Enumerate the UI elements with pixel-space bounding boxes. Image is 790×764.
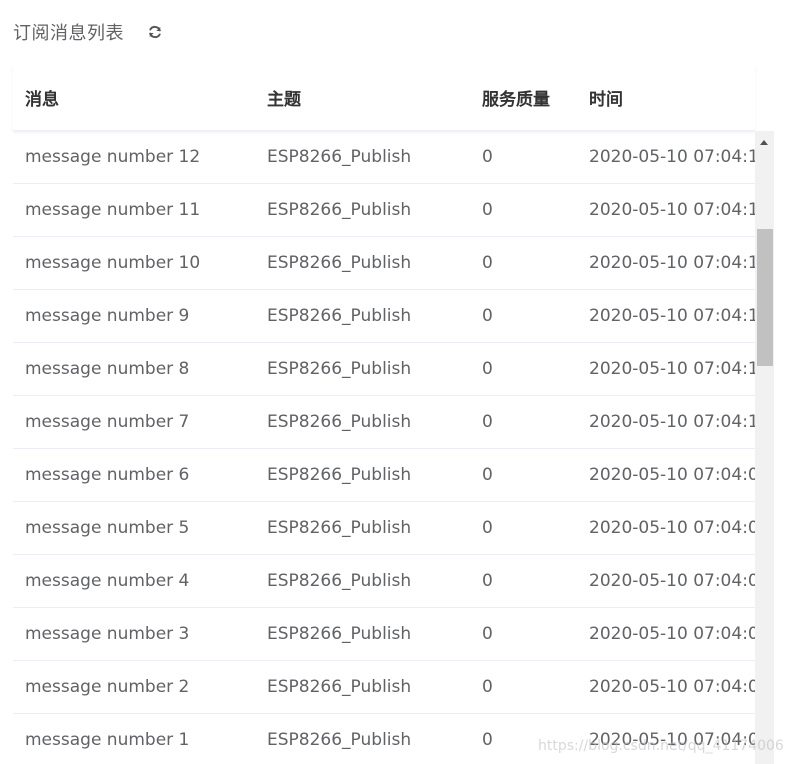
panel-header: 订阅消息列表 <box>13 20 164 44</box>
column-header-time[interactable]: 时间 <box>577 85 755 110</box>
table-row[interactable]: message number 9 ESP8266_Publish 0 2020-… <box>13 290 755 343</box>
cell-topic: ESP8266_Publish <box>267 253 412 273</box>
table-row[interactable]: message number 12 ESP8266_Publish 0 2020… <box>13 131 755 184</box>
refresh-button[interactable] <box>146 23 164 41</box>
cell-topic: ESP8266_Publish <box>267 730 412 750</box>
cell-qos: 0 <box>482 412 493 432</box>
table-row[interactable]: message number 10 ESP8266_Publish 0 2020… <box>13 237 755 290</box>
cell-qos: 0 <box>482 571 493 591</box>
cell-message: message number 8 <box>25 359 190 379</box>
cell-topic: ESP8266_Publish <box>267 677 412 697</box>
cell-topic: ESP8266_Publish <box>267 571 412 591</box>
cell-time: 2020-05-10 07:04:05 <box>589 677 755 697</box>
scrollbar-thumb[interactable] <box>757 229 773 366</box>
table-row[interactable]: message number 7 ESP8266_Publish 0 2020-… <box>13 396 755 449</box>
cell-topic: ESP8266_Publish <box>267 306 412 326</box>
cell-time: 2020-05-10 07:04:17 <box>589 200 755 220</box>
table-row[interactable]: message number 5 ESP8266_Publish 0 2020-… <box>13 502 755 555</box>
table-row[interactable]: message number 2 ESP8266_Publish 0 2020-… <box>13 661 755 714</box>
cell-qos: 0 <box>482 147 493 167</box>
cell-qos: 0 <box>482 253 493 273</box>
cell-message: message number 9 <box>25 306 190 326</box>
cell-topic: ESP8266_Publish <box>267 147 412 167</box>
cell-message: message number 7 <box>25 412 190 432</box>
vertical-scrollbar[interactable] <box>755 131 774 764</box>
refresh-icon <box>149 25 161 39</box>
cell-message: message number 2 <box>25 677 190 697</box>
watermark: https://blog.csdn.net/qq_41174006 <box>538 738 784 754</box>
cell-qos: 0 <box>482 465 493 485</box>
column-header-message[interactable]: 消息 <box>13 85 255 110</box>
cell-qos: 0 <box>482 200 493 220</box>
panel-title: 订阅消息列表 <box>13 23 124 44</box>
table-row[interactable]: message number 6 ESP8266_Publish 0 2020-… <box>13 449 755 502</box>
cell-message: message number 6 <box>25 465 190 485</box>
cell-message: message number 12 <box>25 147 201 167</box>
cell-time: 2020-05-10 07:04:08 <box>589 518 755 538</box>
cell-time: 2020-05-10 07:04:18 <box>589 147 755 167</box>
cell-qos: 0 <box>482 306 493 326</box>
table-row[interactable]: message number 8 ESP8266_Publish 0 2020-… <box>13 343 755 396</box>
cell-qos: 0 <box>482 359 493 379</box>
cell-time: 2020-05-10 07:04:07 <box>589 571 755 591</box>
cell-message: message number 5 <box>25 518 190 538</box>
cell-topic: ESP8266_Publish <box>267 624 412 644</box>
column-header-qos[interactable]: 服务质量 <box>470 85 577 110</box>
cell-qos: 0 <box>482 624 493 644</box>
cell-time: 2020-05-10 07:04:11 <box>589 359 755 379</box>
table-row[interactable]: message number 3 ESP8266_Publish 0 2020-… <box>13 608 755 661</box>
cell-topic: ESP8266_Publish <box>267 518 412 538</box>
cell-message: message number 3 <box>25 624 190 644</box>
cell-topic: ESP8266_Publish <box>267 200 412 220</box>
cell-time: 2020-05-10 07:04:10 <box>589 412 755 432</box>
cell-topic: ESP8266_Publish <box>267 412 412 432</box>
cell-message: message number 4 <box>25 571 190 591</box>
cell-message: message number 11 <box>25 200 201 220</box>
column-header-topic[interactable]: 主题 <box>255 85 470 110</box>
table-row[interactable]: message number 11 ESP8266_Publish 0 2020… <box>13 184 755 237</box>
cell-qos: 0 <box>482 677 493 697</box>
table-row[interactable]: message number 4 ESP8266_Publish 0 2020-… <box>13 555 755 608</box>
cell-message: message number 1 <box>25 730 190 750</box>
cell-time: 2020-05-10 07:04:06 <box>589 624 755 644</box>
cell-qos: 0 <box>482 518 493 538</box>
cell-topic: ESP8266_Publish <box>267 465 412 485</box>
table-header: 消息 主题 服务质量 时间 <box>13 64 755 131</box>
scroll-up-arrow-icon[interactable] <box>760 140 768 145</box>
table-body: message number 12 ESP8266_Publish 0 2020… <box>13 131 755 764</box>
cell-time: 2020-05-10 07:04:09 <box>589 465 755 485</box>
cell-message: message number 10 <box>25 253 201 273</box>
subscription-panel: 订阅消息列表 消息 主题 服务质量 时间 message number 12 E… <box>0 0 790 764</box>
cell-topic: ESP8266_Publish <box>267 359 412 379</box>
cell-time: 2020-05-10 07:04:14 <box>589 306 755 326</box>
cell-time: 2020-05-10 07:04:15 <box>589 253 755 273</box>
